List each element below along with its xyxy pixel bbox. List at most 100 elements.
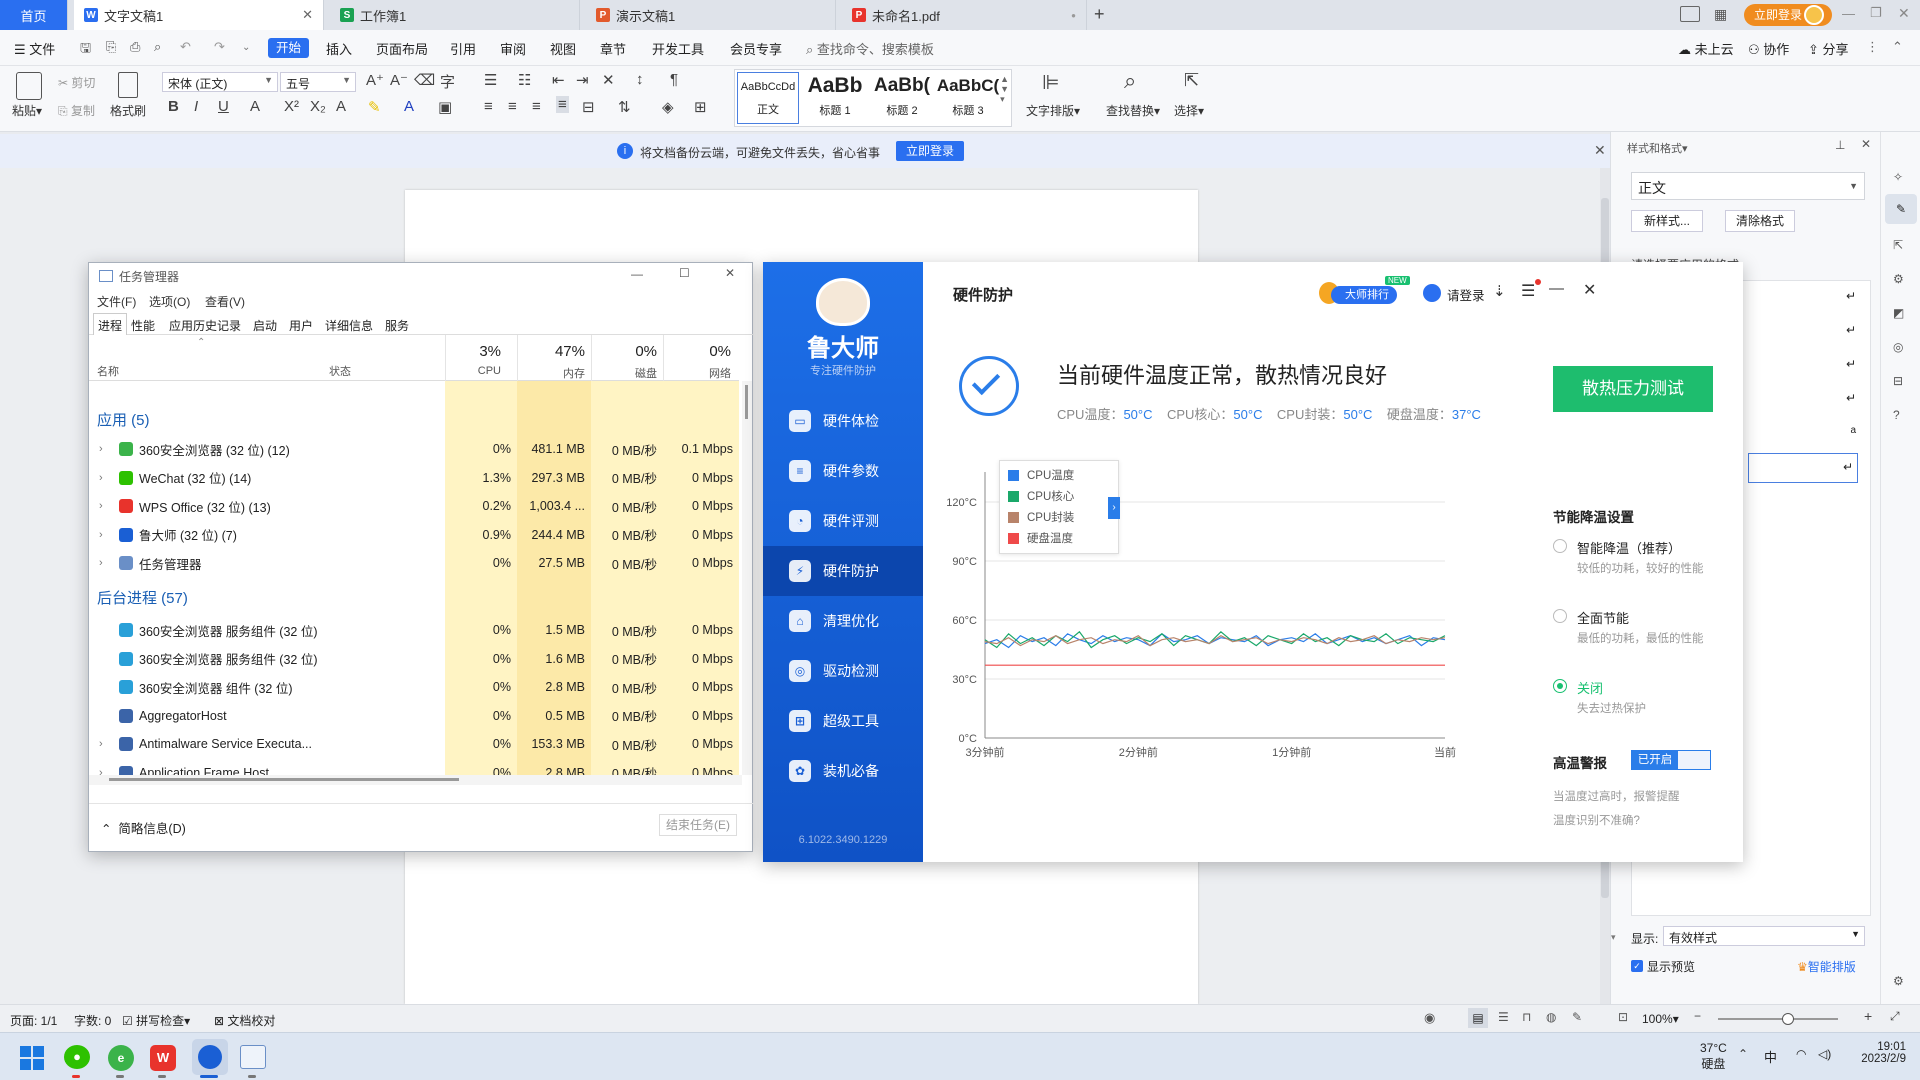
tray-overflow-icon[interactable]: ⌃ xyxy=(1738,1047,1748,1061)
expand-chevron-icon[interactable]: › xyxy=(99,557,103,569)
download-icon[interactable]: ⇣ xyxy=(1493,282,1506,300)
menu-page-layout[interactable]: 页面布局 xyxy=(376,39,428,58)
option-smart-radio[interactable] xyxy=(1553,539,1567,553)
show-select[interactable]: 有效样式 ▼ xyxy=(1663,926,1865,946)
expand-chevron-icon[interactable]: › xyxy=(99,472,103,484)
magic-icon[interactable]: ✧ xyxy=(1893,170,1903,184)
nav-super-tools[interactable]: ⊞ 超级工具 xyxy=(763,696,923,746)
select-cursor-icon[interactable]: ⇱ xyxy=(1184,70,1199,91)
zoom-slider[interactable] xyxy=(1718,1013,1838,1025)
tab-writer[interactable]: W 文字文稿1 ✕ xyxy=(74,0,324,30)
select-button[interactable]: 选择▾ xyxy=(1174,102,1204,119)
style-normal[interactable]: AaBbCcDd 正文 xyxy=(737,72,799,124)
process-row[interactable]: 360安全浏览器 服务组件 (32 位) 0% 1.6 MB 0 MB/秒 0 Mbps xyxy=(89,645,733,673)
process-row[interactable]: › 360安全浏览器 (32 位) (12) 0% 481.1 MB 0 MB/秒 0.1… xyxy=(89,435,733,463)
fit-icon[interactable]: ⊡ xyxy=(1618,1010,1628,1024)
menu-member[interactable]: 会员专享 xyxy=(730,39,782,58)
book-icon[interactable]: ⊟ xyxy=(1893,374,1903,388)
font-color-icon[interactable]: A xyxy=(404,98,414,115)
360-browser-icon[interactable]: e xyxy=(108,1045,134,1071)
process-row[interactable]: › 任务管理器 0% 27.5 MB 0 MB/秒 0 Mbps xyxy=(89,549,733,577)
help-icon[interactable]: ? xyxy=(1893,408,1900,422)
notice-login-button[interactable]: 立即登录 xyxy=(896,141,965,161)
nav-cleanup[interactable]: ⌂ 清理优化 xyxy=(763,596,923,646)
end-task-button[interactable]: 结束任务(E) xyxy=(659,814,737,836)
background-group-header[interactable]: 后台进程 (57) xyxy=(97,587,188,608)
temp-wrong-link[interactable]: 温度识别不准确? xyxy=(1553,812,1640,828)
smart-layout-button[interactable]: ♛智能排版 xyxy=(1797,958,1856,975)
format-painter-button[interactable]: 格式刷 xyxy=(110,102,146,119)
write-view-icon[interactable]: ✎ xyxy=(1572,1010,1582,1024)
alarm-toggle[interactable]: 已开启 xyxy=(1631,750,1711,770)
menu-view[interactable]: 视图 xyxy=(550,39,576,58)
close-window-icon[interactable]: ✕ xyxy=(1898,5,1910,22)
zoom-thumb[interactable] xyxy=(1782,1013,1794,1025)
menu-chapter[interactable]: 章节 xyxy=(600,39,626,58)
nav-hardware-check[interactable]: ▭ 硬件体检 xyxy=(763,396,923,446)
grid-icon[interactable]: ▦ xyxy=(1714,6,1727,23)
minimize-icon[interactable]: — xyxy=(1842,6,1855,21)
style-list-item[interactable]: ↵ xyxy=(1846,391,1856,405)
ludashi-taskbar-button[interactable] xyxy=(192,1039,228,1075)
tm-menu-options[interactable]: 选项(O) xyxy=(149,293,190,310)
style-list-item-selected[interactable]: ↵ xyxy=(1748,453,1858,483)
minimize-icon[interactable]: — xyxy=(1549,280,1564,297)
zoom-level[interactable]: 100%▾ xyxy=(1642,1012,1679,1026)
eye-icon[interactable]: ◉ xyxy=(1424,1010,1435,1026)
task-manager-icon[interactable] xyxy=(240,1045,266,1069)
legend-collapse-icon[interactable]: › xyxy=(1108,497,1120,519)
close-icon[interactable]: ✕ xyxy=(1583,280,1596,300)
fewer-details-button[interactable]: ⌃ 简略信息(D) xyxy=(101,818,186,837)
tab-start[interactable]: 开始 xyxy=(268,38,310,58)
tm-tab-startup[interactable]: 启动 xyxy=(253,317,277,334)
find-replace-icon[interactable]: ⌕ xyxy=(1124,68,1136,94)
properties-icon[interactable]: ⚙ xyxy=(1893,272,1904,286)
legend-item[interactable]: CPU封装 xyxy=(1008,509,1074,525)
save-icon[interactable]: 🖫 xyxy=(80,39,91,61)
reading-view-icon[interactable]: ⊓ xyxy=(1522,1010,1531,1024)
shapes-icon[interactable]: ◩ xyxy=(1893,306,1904,320)
highlight-icon[interactable]: ✎ xyxy=(368,98,381,116)
col-disk[interactable]: 0% 磁盘 xyxy=(591,335,663,381)
numbering-icon[interactable]: ☷ xyxy=(518,71,531,89)
menu-dev-tools[interactable]: 开发工具 xyxy=(652,39,704,58)
scroll-thumb[interactable] xyxy=(745,385,748,419)
chinese-layout-icon[interactable]: ✕ xyxy=(602,71,615,89)
avatar[interactable] xyxy=(1804,5,1824,25)
process-row[interactable]: › Antimalware Service Executa... 0% 153.3 M… xyxy=(89,730,733,758)
sort-chevron-icon[interactable]: ⌃ xyxy=(197,337,205,348)
outline-view-icon[interactable]: ☰ xyxy=(1498,1010,1509,1024)
process-row[interactable]: › WeChat (32 位) (14) 1.3% 297.3 MB 0 MB/秒 0 M… xyxy=(89,464,733,492)
tab-presentation[interactable]: P 演示文稿1 xyxy=(586,0,836,30)
col-cpu[interactable]: 3% CPU xyxy=(445,335,507,381)
menu-review[interactable]: 审阅 xyxy=(500,39,526,58)
menu-insert[interactable]: 插入 xyxy=(326,39,352,58)
option-off-radio[interactable] xyxy=(1553,679,1567,693)
more-icon[interactable]: ⋮ xyxy=(1866,39,1879,55)
tm-hscrollbar[interactable] xyxy=(89,775,742,785)
pin-icon[interactable]: ⊥ xyxy=(1835,138,1845,152)
grow-font-icon[interactable]: A⁺ xyxy=(366,71,384,89)
col-network[interactable]: 0% 网络 xyxy=(663,335,737,381)
outdent-icon[interactable]: ⇤ xyxy=(552,71,565,89)
tm-tab-details[interactable]: 详细信息 xyxy=(325,317,373,334)
expand-chevron-icon[interactable]: › xyxy=(99,738,103,750)
pane-scroll-icon[interactable]: ▾ xyxy=(1611,932,1616,943)
strikethrough-icon[interactable]: A xyxy=(250,98,260,115)
tray-temperature[interactable]: 37°C 硬盘 xyxy=(1700,1041,1727,1072)
settings-icon[interactable]: ⚙ xyxy=(1893,974,1904,988)
close-notice-icon[interactable]: ✕ xyxy=(1594,142,1606,159)
style-pane-toggle-icon[interactable]: ✎ xyxy=(1885,194,1917,224)
italic-icon[interactable]: I xyxy=(194,98,198,115)
quick-access-chevron-icon[interactable]: ⌄ xyxy=(242,42,250,53)
expand-chevron-icon[interactable]: › xyxy=(99,529,103,541)
close-icon[interactable]: ✕ xyxy=(725,266,735,280)
justify-icon[interactable]: ≡ xyxy=(556,96,569,113)
font-family-select[interactable]: 宋体 (正文) ▼ xyxy=(162,72,278,92)
maximize-icon[interactable]: ☐ xyxy=(679,266,690,280)
tm-menu-view[interactable]: 查看(V) xyxy=(205,293,245,310)
select-pane-icon[interactable]: ⇱ xyxy=(1893,238,1903,252)
restore-icon[interactable]: ❐ xyxy=(1870,5,1882,21)
stress-test-button[interactable]: 散热压力测试 xyxy=(1553,366,1713,412)
rank-button[interactable]: 大师排行 xyxy=(1331,286,1397,304)
